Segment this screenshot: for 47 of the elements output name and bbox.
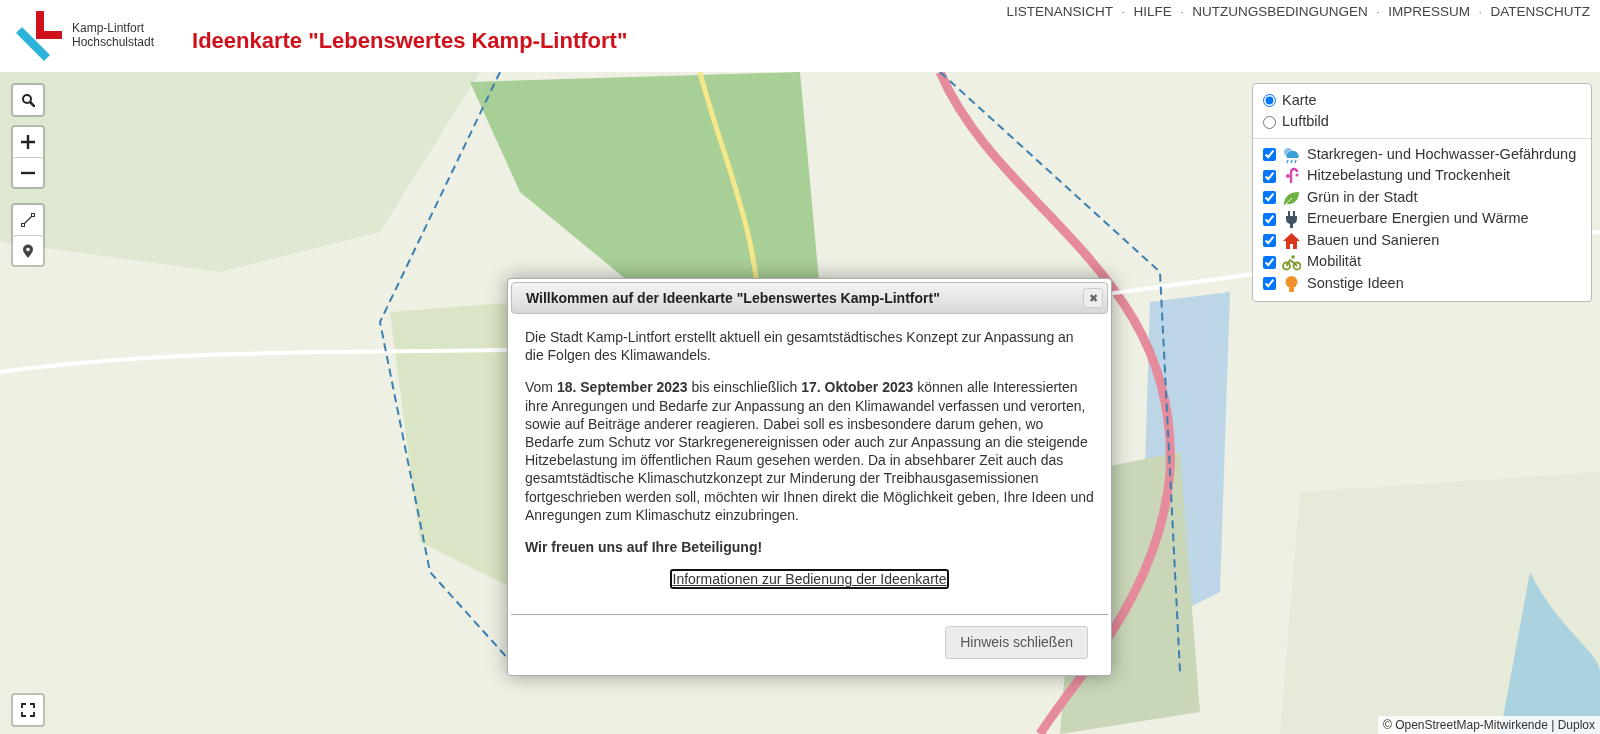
nav-link[interactable]: IMPRESSUM — [1388, 2, 1470, 23]
layer-label: Grün in der Stadt — [1307, 187, 1418, 207]
layer-label: Sonstige Ideen — [1307, 273, 1404, 293]
nav-link[interactable]: LISTENANSICHT — [1006, 2, 1113, 23]
checkbox[interactable] — [1263, 277, 1276, 291]
dialog-paragraph: Die Stadt Kamp-Lintfort erstellt aktuell ein gesamtstädtisches Konzept zur Anpassung an die Folgen des Klimawandels. — [525, 328, 1075, 365]
nav-separator: · — [1375, 3, 1381, 21]
search-button[interactable] — [13, 85, 43, 115]
site-title: Ideenkarte "Lebenswertes Kamp-Lintfort" — [192, 27, 628, 55]
marker-icon — [21, 243, 35, 258]
dialog-title: Willkommen auf der Ideenkarte "Lebenswertes Kamp-Lintfort" — [526, 288, 940, 308]
zoom-out-button[interactable] — [13, 157, 43, 187]
search-icon — [21, 93, 35, 107]
fullscreen-button[interactable] — [13, 695, 43, 725]
radio-button[interactable] — [1263, 115, 1276, 129]
checkbox[interactable] — [1263, 169, 1276, 183]
checkbox[interactable] — [1263, 212, 1276, 226]
nav-separator: · — [1478, 3, 1483, 21]
line-draw-icon — [21, 213, 35, 227]
close-hint-button[interactable]: Hinweis schließen — [945, 626, 1088, 660]
logo-name: Kamp-Lintfort — [72, 22, 146, 36]
layer-label: Luftbild — [1282, 112, 1329, 132]
layer-label: Karte — [1282, 90, 1317, 110]
zoom-in-icon — [21, 135, 35, 149]
marker-button[interactable] — [13, 235, 43, 265]
layer-label: Hitzebelastung und Trockenheit — [1307, 166, 1511, 186]
checkbox[interactable] — [1263, 148, 1276, 162]
radio-button[interactable] — [1263, 94, 1276, 108]
nav-link[interactable]: HILFE — [1133, 2, 1172, 23]
nav-separator: · — [1179, 3, 1185, 21]
nav-link[interactable]: NUTZUNGSBEDINGUNGEN — [1192, 2, 1368, 23]
info-link[interactable]: Informationen zur Bedienung der Ideenkarte — [669, 569, 950, 590]
nav-separator: · — [1120, 3, 1126, 21]
layer-label: Bauen und Sanieren — [1307, 230, 1440, 250]
layer-label: Starkregen- und Hochwasser-Gefährdung — [1307, 144, 1577, 164]
checkbox[interactable] — [1263, 234, 1276, 248]
nav-link[interactable]: DATENSCHUTZ — [1490, 2, 1590, 23]
closing-text: Wir freuen uns auf Ihre Beteiligung! — [525, 537, 764, 557]
checkbox[interactable] — [1263, 255, 1276, 269]
layer-label: Mobilität — [1307, 252, 1361, 272]
dialog-paragraph: Vom 18. September 2023 bis einschließlich 17. Oktober 2023 können alle Interessierten ihre Anregungen und Bedarfe zur Anpassung an den Klimawandel verfassen und verorten, sowie auf Beiträge anderer reagieren. Dabei soll es insbesondere darum gehen, wo Bedarfe zum Schutz vor Starkregenereignissen oder auch zur Anpassung an die steigende Hitzebelastung im öffentlichen Raum gesehen werden. Da in absehbarer Zeit auch das gesamtstädtische Klimaschutzkonzept zur Minderung der Treibhausgasemissionen fortgeschrieben werden soll, möchten wir Ihnen direkt die Möglichkeit geben, Ihre Ideen und Anregungen zum Klimaschutz einzubringen. — [525, 378, 1094, 524]
layer-label: Erneuerbare Energien und Wärme — [1307, 209, 1529, 229]
logo-subtitle: Hochschulstadt — [72, 36, 155, 50]
checkbox[interactable] — [1263, 191, 1276, 205]
close-button[interactable]: ✖ — [1083, 288, 1103, 308]
map-attribution: © OpenStreetMap-Mitwirkende | Duplox — [1377, 716, 1600, 734]
fullscreen-icon — [21, 703, 35, 717]
